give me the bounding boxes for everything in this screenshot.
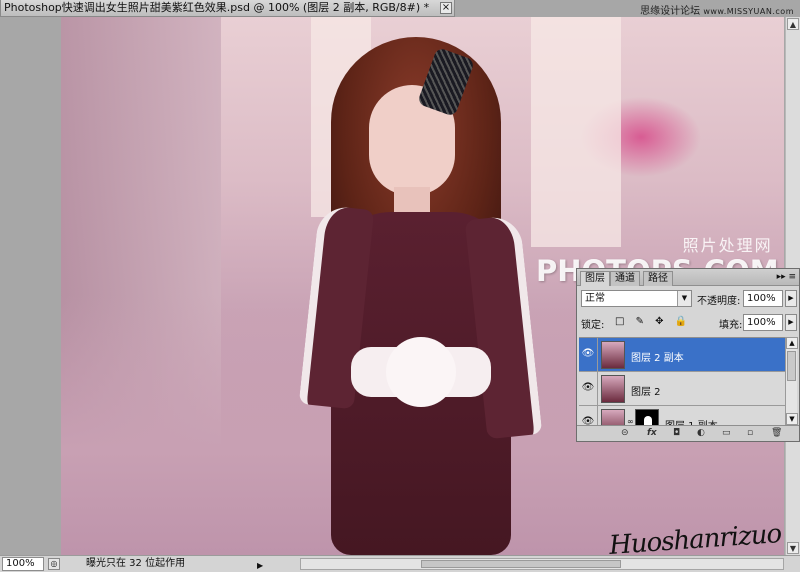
layers-footer: ⊝ fx ◘ ◐ ▭ ▫ 🗑 xyxy=(577,425,799,441)
layer-name: 图层 2 xyxy=(631,387,661,398)
layer-row[interactable]: 👁 图层 2 xyxy=(579,372,785,406)
blend-mode-value: 正常 xyxy=(585,293,605,304)
eye-icon[interactable]: 👁 xyxy=(581,348,595,360)
status-bar: 100% ◎ 曝光只在 32 位起作用 ▶ xyxy=(0,555,800,572)
layer-name: 图层 2 副本 xyxy=(631,353,684,364)
close-icon[interactable]: × xyxy=(440,2,452,14)
zoom-input[interactable]: 100% xyxy=(2,557,44,571)
layer-mask-thumbnail xyxy=(635,409,659,425)
panel-header: 图层 通道 路径 ▸▸ ≡ xyxy=(577,269,799,286)
blend-row: 正常 ▼ 不透明度: 100% ▶ xyxy=(581,290,797,308)
status-message: 曝光只在 32 位起作用 xyxy=(86,558,186,569)
divider xyxy=(597,338,598,372)
divider xyxy=(597,372,598,406)
fill-input[interactable]: 100% xyxy=(743,314,783,331)
eye-icon[interactable]: 👁 xyxy=(581,382,595,394)
layer-name: 图层 1 副本 xyxy=(665,417,718,425)
site-watermark: 思缘设计论坛 www.MISSYUAN.com xyxy=(640,2,794,17)
chain-link-icon: ∞ xyxy=(627,417,634,425)
opacity-label: 不透明度: xyxy=(697,296,741,307)
eye-icon[interactable]: 👁 xyxy=(581,416,595,425)
scroll-up-icon[interactable]: ▲ xyxy=(786,337,798,349)
blend-mode-select[interactable]: 正常 ▼ xyxy=(581,290,692,307)
layers-panel: 图层 通道 路径 ▸▸ ≡ 正常 ▼ 不透明度: 100% ▶ 锁定: □ ✎ … xyxy=(576,268,800,442)
opacity-input[interactable]: 100% xyxy=(743,290,783,307)
belt-bow xyxy=(386,337,456,407)
trash-icon[interactable]: 🗑 xyxy=(771,428,782,438)
fill-label: 填充: xyxy=(719,320,743,331)
adjustment-icon[interactable]: ◐ xyxy=(697,428,705,438)
lock-label: 锁定: xyxy=(581,320,605,331)
fill-slider-icon[interactable]: ▶ xyxy=(785,314,797,331)
lock-row: 锁定: □ ✎ ✥ 🔒 填充: 100% ▶ xyxy=(581,314,797,332)
chevron-down-icon[interactable]: ▼ xyxy=(677,291,691,306)
fx-icon[interactable]: fx xyxy=(647,428,657,438)
photoshop-window: Photoshop快速调出女生照片甜美紫红色效果.psd @ 100% (图层 … xyxy=(0,0,800,572)
layer-thumbnail xyxy=(601,375,625,403)
status-menu-icon[interactable]: ▶ xyxy=(257,558,263,572)
photo-watermark-cn: 照片处理网 xyxy=(682,236,773,255)
navigator-icon[interactable]: ◎ xyxy=(48,558,60,570)
scroll-down-icon[interactable]: ▼ xyxy=(786,413,798,425)
mask-icon[interactable]: ◘ xyxy=(673,428,680,438)
lock-options-icon[interactable]: □ ✎ ✥ 🔒 xyxy=(615,316,691,327)
horizontal-scrollbar[interactable] xyxy=(300,558,784,570)
site-watermark-cn: 思缘设计论坛 xyxy=(640,6,701,17)
scroll-down-icon[interactable]: ▼ xyxy=(787,542,799,554)
tab-channels[interactable]: 通道 xyxy=(610,271,640,286)
document-title: Photoshop快速调出女生照片甜美紫红色效果.psd @ 100% (图层 … xyxy=(4,1,430,14)
panel-menu-icon[interactable]: ▸▸ ≡ xyxy=(777,272,796,282)
site-watermark-url: www.MISSYUAN.com xyxy=(703,7,794,16)
group-icon[interactable]: ▭ xyxy=(722,428,731,438)
scroll-thumb[interactable] xyxy=(421,560,621,568)
scroll-thumb[interactable] xyxy=(787,351,796,381)
layer-row[interactable]: 👁 ∞ 图层 1 副本 xyxy=(579,406,785,425)
layers-scrollbar[interactable]: ▲ ▼ xyxy=(785,337,798,425)
layer-row[interactable]: 👁 图层 2 副本 xyxy=(579,338,785,372)
layer-list: 👁 图层 2 副本 👁 图层 2 👁 ∞ 图层 1 副本 xyxy=(579,337,785,425)
divider xyxy=(597,406,598,425)
scroll-up-icon[interactable]: ▲ xyxy=(787,18,799,30)
layer-thumbnail xyxy=(601,409,625,425)
link-icon[interactable]: ⊝ xyxy=(621,428,629,438)
opacity-slider-icon[interactable]: ▶ xyxy=(785,290,797,307)
woman-figure xyxy=(291,27,551,555)
tab-layers[interactable]: 图层 xyxy=(580,271,610,286)
tab-paths[interactable]: 路径 xyxy=(643,271,673,286)
new-layer-icon[interactable]: ▫ xyxy=(747,428,753,438)
layer-thumbnail xyxy=(601,341,625,369)
document-tab[interactable]: Photoshop快速调出女生照片甜美紫红色效果.psd @ 100% (图层 … xyxy=(0,0,455,17)
